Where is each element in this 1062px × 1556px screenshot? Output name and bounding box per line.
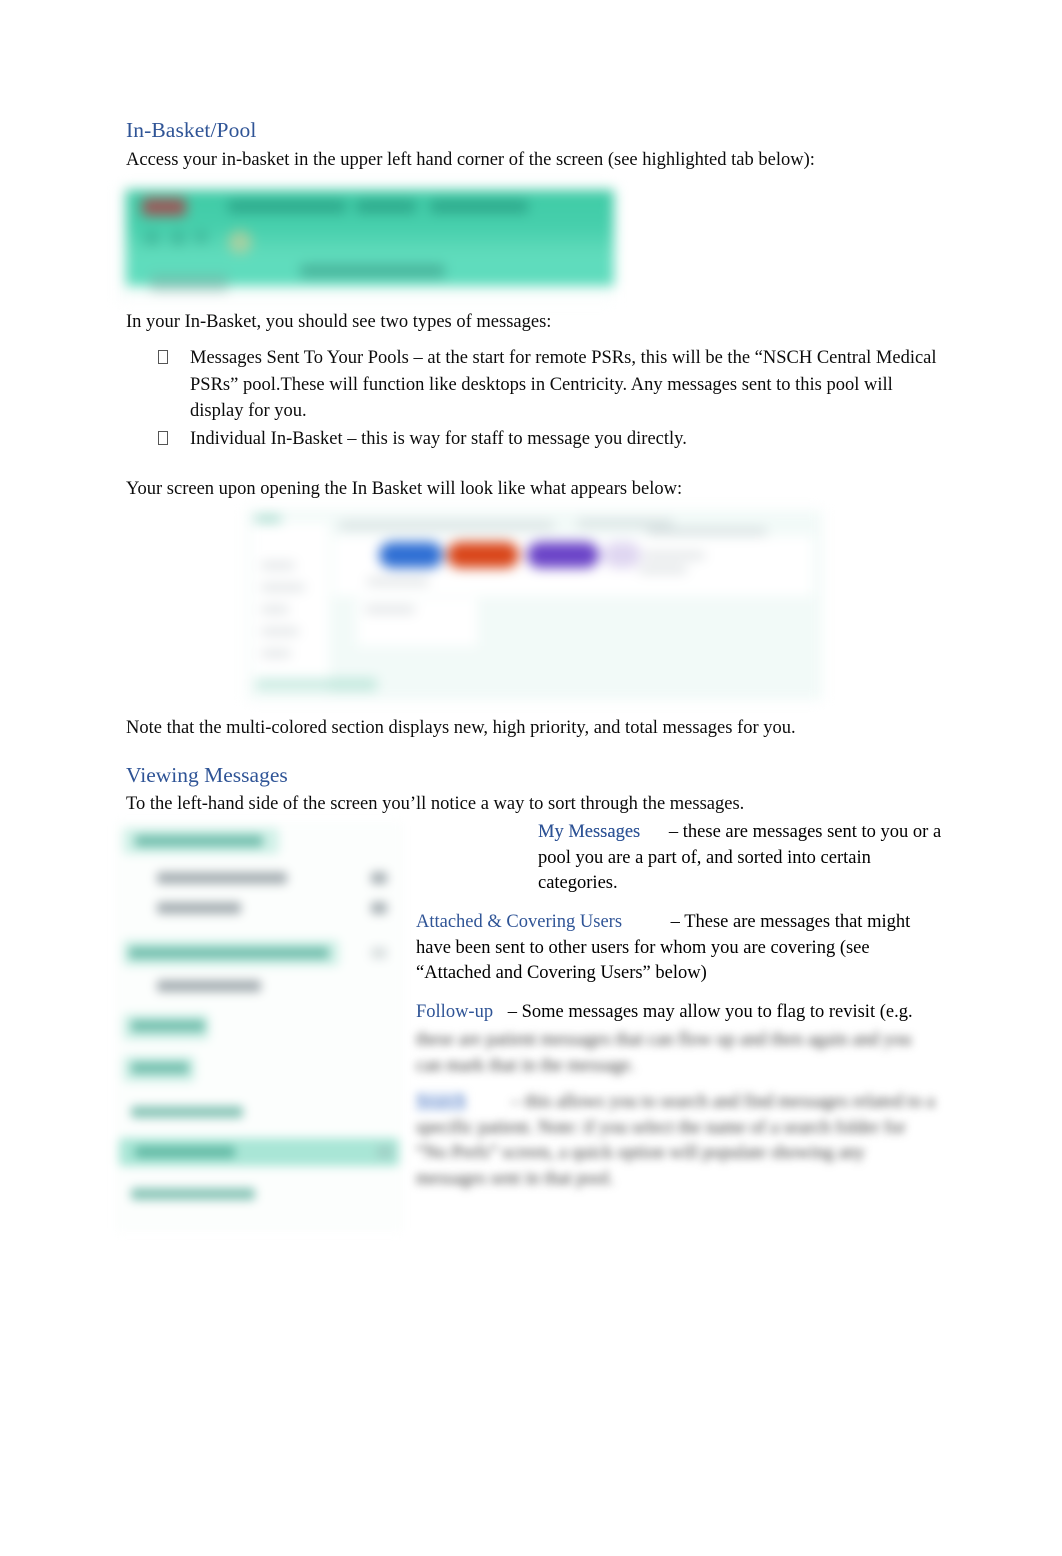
high-priority-pill [447, 542, 519, 568]
screen-intro-paragraph: Your screen upon opening the In Basket w… [126, 478, 683, 499]
list-item: Messages Sent To Your Pools – at the sta… [126, 345, 938, 425]
term-label-follow-up: Follow-up [416, 1002, 494, 1022]
bullet-glyph-icon [158, 350, 168, 365]
obscured-term-search: Search [416, 1092, 467, 1112]
definition-block-attached-covering-users: Attached & Covering Users – These are me… [416, 910, 944, 987]
section-heading-viewing-messages: Viewing Messages [126, 763, 288, 788]
total-messages-pill [527, 542, 599, 568]
obscured-paragraph-search: Search – this allows you to search and f… [416, 1090, 938, 1192]
definition-block-my-messages: My Messages – these are messages sent to… [416, 820, 944, 897]
message-types-intro: In your In-Basket, you should see two ty… [126, 311, 552, 332]
intro-paragraph: Access your in-basket in the upper left … [126, 150, 815, 171]
epic-toolbar-screenshot [120, 186, 614, 302]
obscured-definition-search: – this allows you to search and find mes… [416, 1092, 935, 1189]
epic-button-graphic [142, 198, 186, 216]
message-types-list: Messages Sent To Your Pools – at the sta… [126, 345, 938, 453]
list-item-label: Messages Sent To Your Pools – at the sta… [190, 348, 937, 422]
new-messages-pill [379, 542, 443, 568]
definition-text-follow-up: – Some messages may allow you to flag to… [507, 1002, 913, 1022]
message-folder-sidebar-screenshot [115, 822, 403, 1232]
bullet-glyph-icon [158, 430, 168, 445]
definition-block-follow-up: Follow-up – Some messages may allow you … [416, 1000, 944, 1026]
viewing-messages-intro: To the left-hand side of the screen you’… [126, 793, 745, 814]
page-title: In-Basket/Pool [126, 118, 257, 142]
list-item: Individual In-Basket – this is way for s… [126, 426, 938, 453]
term-label-attached-covering-users: Attached & Covering Users [416, 912, 623, 932]
multicolor-note: Note that the multi-colored section disp… [126, 717, 796, 738]
obscured-paragraph-follow-up: these are patient messages that can flow… [416, 1030, 912, 1076]
term-label-my-messages: My Messages [538, 822, 641, 842]
list-item-label: Individual In-Basket – this is way for s… [190, 428, 687, 449]
document-page: In-Basket/Pool Access your in-basket in … [0, 0, 1062, 1556]
in-basket-landing-screenshot [247, 510, 822, 700]
